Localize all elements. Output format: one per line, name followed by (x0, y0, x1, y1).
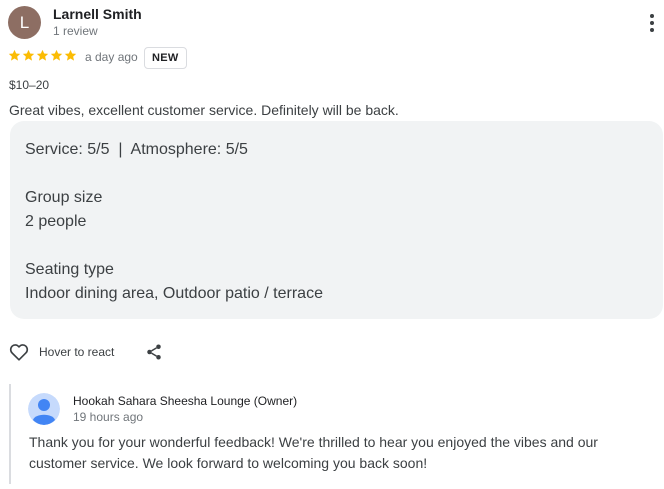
default-person-avatar-icon (28, 393, 60, 425)
owner-reply-time: 19 hours ago (73, 410, 144, 424)
heart-outline-icon (9, 344, 29, 361)
review-details-panel: Service: 5/5 | Atmosphere: 5/5 Group siz… (10, 121, 663, 319)
group-size-value: 2 people (25, 213, 87, 230)
star-icon (50, 49, 63, 61)
reviewer-name[interactable]: Larnell Smith (53, 6, 142, 22)
react-label: Hover to react (39, 345, 115, 359)
star-icon (22, 49, 35, 61)
seating-type-label: Seating type (25, 261, 114, 278)
review-time: a day ago (85, 50, 138, 64)
more-vertical-icon (650, 14, 654, 18)
star-icon (36, 49, 49, 61)
more-dot (650, 21, 654, 25)
seating-type-value: Indoor dining area, Outdoor patio / terr… (25, 285, 323, 302)
react-button[interactable]: Hover to react (9, 343, 114, 361)
price-range: $10–20 (9, 78, 50, 92)
owner-reply: Hookah Sahara Sheesha Lounge (Owner) 19 … (9, 384, 659, 484)
more-options-button[interactable] (640, 6, 664, 40)
attribute-ratings: Service: 5/5 | Atmosphere: 5/5 (25, 141, 248, 158)
share-icon[interactable] (145, 343, 163, 361)
star-icon (8, 49, 21, 61)
star-icon (64, 49, 77, 61)
owner-name: Hookah Sahara Sheesha Lounge (Owner) (73, 394, 298, 408)
star-rating (8, 49, 77, 62)
new-badge: NEW (144, 47, 187, 69)
review-text: Great vibes, excellent customer service.… (9, 102, 399, 118)
group-size-label: Group size (25, 189, 103, 206)
reviewer-avatar[interactable]: L (8, 6, 41, 39)
reviewer-review-count: 1 review (53, 24, 98, 38)
owner-reply-text: Thank you for your wonderful feedback! W… (29, 434, 598, 471)
owner-avatar[interactable] (28, 393, 60, 425)
more-dot (650, 28, 654, 32)
